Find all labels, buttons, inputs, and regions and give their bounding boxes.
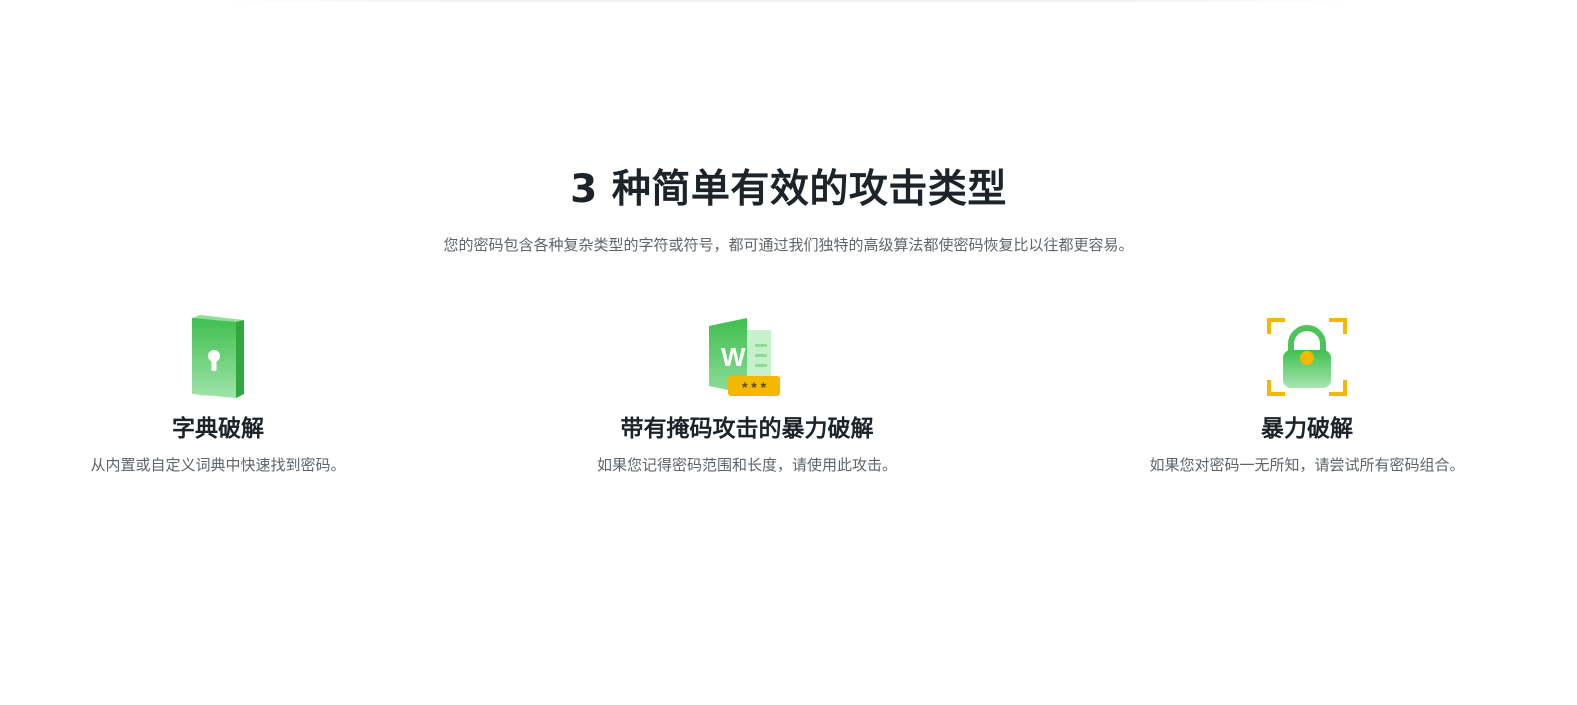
top-divider [220, 0, 1357, 2]
feature-title: 带有掩码攻击的暴力破解 [620, 416, 874, 442]
word-document-password-icon: W * * * [709, 318, 780, 396]
feature-description: 如果您对密码一无所知，请尝试所有密码组合。 [1149, 456, 1465, 474]
feature-brute-force: 暴力破解 如果您对密码一无所知，请尝试所有密码组合。 [1097, 314, 1517, 476]
feature-mask-brute-force: W * * * 带有掩码攻击的暴力破解 如果您记得密码范围和长度，请使用此攻击。 [537, 314, 957, 476]
dictionary-book-lock-icon [192, 315, 244, 398]
feature-description: 从内置或自定义词典中快速找到密码。 [90, 456, 346, 474]
feature-title: 字典破解 [172, 416, 264, 442]
feature-dictionary-attack: 字典破解 从内置或自定义词典中快速找到密码。 [8, 314, 428, 476]
mask-stars: * * * [742, 379, 767, 395]
word-letter: W [721, 342, 746, 372]
feature-title: 暴力破解 [1261, 416, 1353, 442]
section-title: 3 种简单有效的攻击类型 [570, 167, 1007, 212]
padlock-scan-icon [1267, 318, 1347, 396]
section-subtitle: 您的密码包含各种复杂类型的字符或符号，都可通过我们独特的高级算法都使密码恢复比以… [443, 236, 1134, 254]
attack-types-section: 3 种简单有效的攻击类型 您的密码包含各种复杂类型的字符或符号，都可通过我们独特… [0, 0, 1577, 705]
feature-description: 如果您记得密码范围和长度，请使用此攻击。 [596, 456, 897, 474]
